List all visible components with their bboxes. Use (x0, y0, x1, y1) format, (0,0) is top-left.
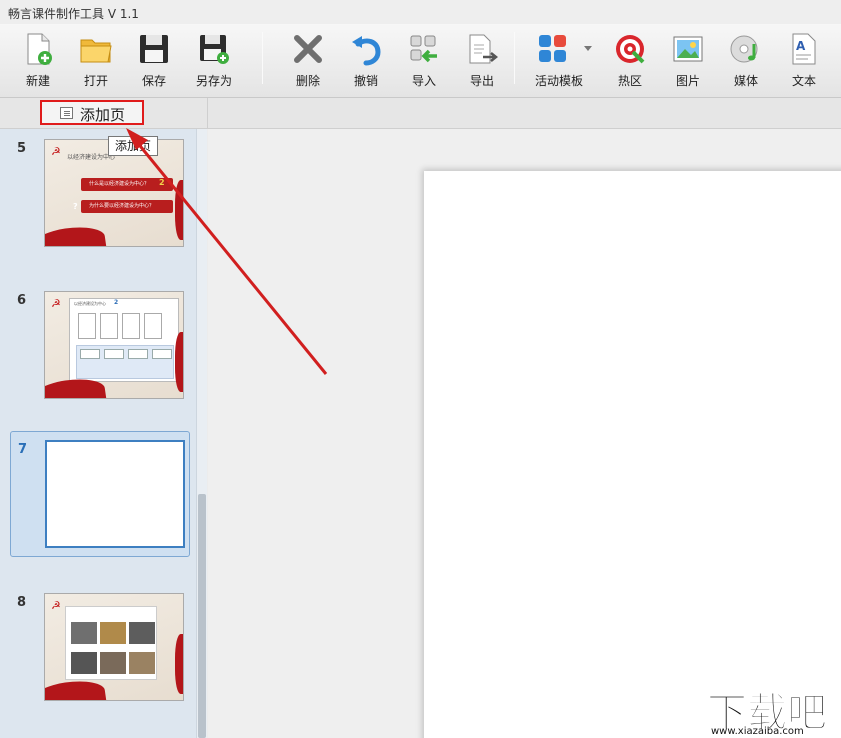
add-page-button[interactable]: 添加页 (40, 100, 144, 125)
add-page-tooltip: 添加页 (108, 136, 158, 156)
new-file-icon (27, 33, 52, 65)
undo-button-label: 撤销 (353, 74, 378, 88)
question-mark: ? (73, 202, 78, 211)
folder-open-icon (80, 39, 112, 63)
thumb-cell (100, 313, 118, 339)
delete-button-label: 删除 (295, 74, 320, 88)
thumb-cell (122, 313, 140, 339)
slide-number: 5 (17, 141, 27, 156)
toolbar-separator (262, 32, 263, 84)
save-button[interactable]: 保存 (126, 30, 182, 92)
thumb-title: 以经济建设为中心 (74, 301, 106, 306)
slide-preview (45, 440, 185, 548)
slide-list-panel: 5 ☭ 以经济建设为中心 什么是以经济建设为中心？ 为什么要以经济建设为中心？ … (0, 129, 207, 738)
thumb-answer-box (76, 345, 174, 379)
floppy-save-as-icon (200, 35, 229, 64)
party-emblem-icon: ☭ (51, 599, 61, 612)
image-button-label: 图片 (675, 74, 700, 88)
site-watermark: 下载吧 www.xiazaiba.com (705, 680, 841, 738)
undo-button[interactable]: 撤销 (338, 30, 394, 92)
import-button[interactable]: 导入 (396, 30, 452, 92)
floppy-disk-icon (140, 35, 168, 63)
export-button[interactable]: 导出 (454, 30, 510, 92)
thumb-photo (129, 622, 155, 644)
title-bar: 畅言课件制作工具 V 1.1 (0, 0, 841, 24)
svg-text:A: A (796, 39, 806, 53)
thumb-photo (129, 652, 155, 674)
thumb-photo (71, 652, 97, 674)
thumb-ribbon (175, 180, 183, 240)
thumb-ribbon (175, 332, 183, 392)
thumb-chip (104, 349, 124, 359)
thumb-chip (152, 349, 172, 359)
new-button[interactable]: 新建 (10, 30, 66, 92)
target-icon (616, 35, 645, 64)
thumb-chip (128, 349, 148, 359)
save-button-label: 保存 (141, 74, 166, 88)
question-mark: 2 (159, 178, 165, 187)
party-emblem-icon: ☭ (51, 145, 61, 158)
activity-template-button[interactable]: 活动模板 (526, 30, 592, 92)
slide-thumbnail-5[interactable]: 5 ☭ 以经济建设为中心 什么是以经济建设为中心？ 为什么要以经济建设为中心？ … (10, 131, 190, 257)
import-icon (410, 35, 437, 63)
delete-button[interactable]: 删除 (280, 30, 336, 92)
slide-preview: ☭ (44, 593, 184, 701)
slide-number: 7 (18, 442, 28, 457)
chevron-down-icon[interactable] (584, 46, 592, 51)
slide-list-scrollbar[interactable] (196, 129, 207, 738)
save-as-button-label: 另存为 (195, 74, 232, 88)
toolbar-separator (514, 32, 515, 84)
slide-thumbnail-6[interactable]: 6 ☭ 以经济建设为中心 2 (10, 283, 190, 409)
main-toolbar: 新建 打开 保存 另存为 删除 撤销 导入 导出 活动模板 热区 图片 媒体 A… (0, 24, 841, 98)
slide-thumbnail-7[interactable]: 7 (10, 431, 190, 557)
save-as-button[interactable]: 另存为 (186, 30, 242, 92)
thumb-photo (100, 652, 126, 674)
page-actions-bar: 添加页 (0, 98, 841, 129)
undo-icon (352, 36, 381, 66)
thumb-photo (100, 622, 126, 644)
watermark-url: www.xiazaiba.com (711, 726, 804, 737)
window-title: 畅言课件制作工具 V 1.1 (8, 7, 139, 21)
slide-number: 6 (17, 293, 27, 308)
delete-x-icon (294, 35, 322, 63)
media-disc-icon (730, 35, 758, 63)
text-button-label: 文本 (791, 74, 816, 88)
thumb-cell (78, 313, 96, 339)
template-grid-icon (539, 35, 566, 62)
party-emblem-icon: ☭ (51, 297, 61, 310)
text-button[interactable]: A 文本 (776, 30, 832, 92)
thumb-table: 以经济建设为中心 2 (69, 298, 179, 382)
thumb-cell (144, 313, 162, 339)
thumb-photo (71, 622, 97, 644)
slide-number: 8 (17, 595, 27, 610)
media-button-label: 媒体 (733, 74, 758, 88)
open-button[interactable]: 打开 (68, 30, 124, 92)
thumb-chip (80, 349, 100, 359)
page-icon (60, 107, 73, 119)
add-page-label: 添加页 (80, 106, 126, 124)
new-button-label: 新建 (25, 74, 50, 88)
export-button-label: 导出 (469, 74, 494, 88)
thumb-question-bar: 为什么要以经济建设为中心？ (81, 200, 173, 213)
scrollbar-thumb[interactable] (198, 494, 206, 738)
thumb-marker: 2 (114, 299, 119, 306)
slide-preview: ☭ 以经济建设为中心 2 (44, 291, 184, 399)
hotspot-button-label: 热区 (617, 74, 642, 88)
text-document-icon: A (792, 33, 816, 65)
subbar-divider (207, 98, 208, 129)
editor-canvas-area[interactable] (208, 129, 841, 738)
image-button[interactable]: 图片 (660, 30, 716, 92)
media-button[interactable]: 媒体 (718, 30, 774, 92)
picture-icon (673, 36, 703, 62)
thumb-ribbon (175, 634, 183, 694)
open-button-label: 打开 (83, 74, 108, 88)
activity-template-label: 活动模板 (534, 74, 583, 88)
slide-thumbnail-8[interactable]: 8 ☭ (10, 585, 190, 711)
slide-canvas[interactable] (424, 171, 841, 738)
hotspot-button[interactable]: 热区 (602, 30, 658, 92)
export-icon (469, 34, 499, 64)
import-button-label: 导入 (411, 74, 436, 88)
